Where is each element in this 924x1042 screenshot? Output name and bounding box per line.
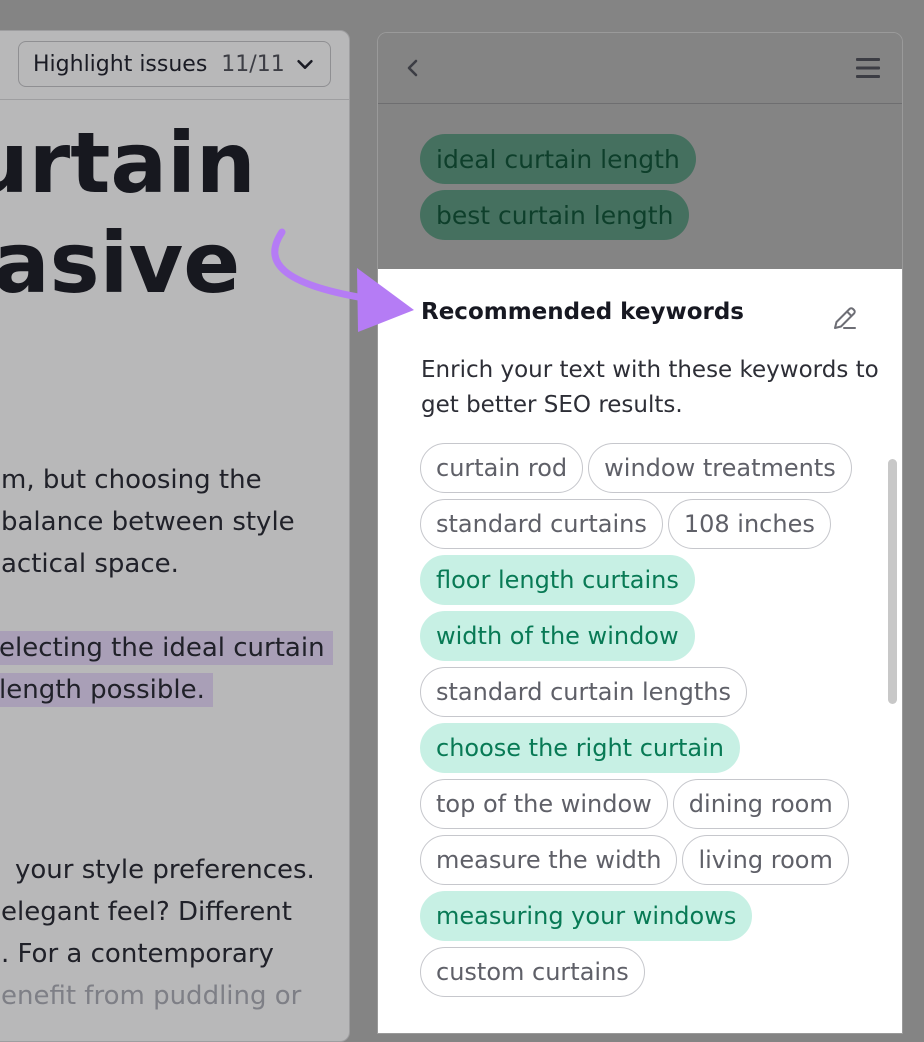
paragraph-line: actical space. <box>1 549 179 579</box>
keyword-chip[interactable]: dining room <box>672 779 849 829</box>
target-keyword-chip[interactable]: best curtain length <box>420 190 690 240</box>
keyword-chip[interactable]: top of the window <box>420 779 668 829</box>
keyword-chip-list: curtain rod window treatments standard cur… <box>420 443 860 997</box>
curved-arrow-icon <box>271 228 414 332</box>
keyword-chip-used[interactable]: width of the window <box>420 611 695 661</box>
editor-toolbar: Highlight issues 11/11 <box>0 31 349 100</box>
issue-highlight[interactable]: electing the ideal curtain <box>0 631 333 665</box>
chevron-left-icon[interactable] <box>402 57 424 79</box>
keyword-chip[interactable]: measure the width <box>420 835 678 885</box>
highlight-issues-count: 11/11 <box>221 51 285 77</box>
keyword-chip[interactable]: standard curtain lengths <box>420 667 747 717</box>
keyword-chip-used[interactable]: measuring your windows <box>420 891 753 941</box>
section-description: Enrich your text with these keywords to … <box>421 357 879 418</box>
keyword-chip-used[interactable]: choose the right curtain <box>420 723 740 773</box>
headline-line: urtain <box>0 114 256 212</box>
scrollbar-thumb[interactable] <box>888 459 897 704</box>
editor-pane: Highlight issues 11/11 urtain asive m, b… <box>0 30 350 1042</box>
highlight-issues-label: Highlight issues <box>33 51 208 77</box>
panel-header <box>378 33 902 104</box>
article-paragraph[interactable]: your style preferences. elegant feel? Di… <box>1 849 315 1017</box>
article-paragraph[interactable]: m, but choosing the balance between styl… <box>1 459 295 585</box>
keyword-chip-used[interactable]: floor length curtains <box>420 555 695 605</box>
paragraph-line: enefit from puddling or <box>1 981 302 1011</box>
paragraph-line: m, but choosing the <box>1 465 262 495</box>
keyword-chip[interactable]: 108 inches <box>667 499 831 549</box>
keyword-chip[interactable]: custom curtains <box>420 947 645 997</box>
issue-highlight[interactable]: length possible. <box>0 673 213 707</box>
seo-panel: ideal curtain length best curtain length… <box>377 32 903 1034</box>
section-title: Recommended keywords <box>421 299 744 325</box>
paragraph-line: . For a contemporary <box>1 939 274 969</box>
keyword-chip[interactable]: living room <box>682 835 849 885</box>
target-keyword-chip[interactable]: ideal curtain length <box>420 134 696 184</box>
highlight-issues-dropdown[interactable]: Highlight issues 11/11 <box>18 41 331 87</box>
hamburger-menu-icon[interactable] <box>854 55 882 81</box>
keyword-chip[interactable]: standard curtains <box>420 499 663 549</box>
recommended-keywords-card: Recommended keywords Enrich your text wi… <box>378 269 902 1033</box>
pencil-icon[interactable] <box>830 303 860 333</box>
chevron-down-icon <box>297 59 313 69</box>
paragraph-line: balance between style <box>1 507 295 537</box>
paragraph-line: your style preferences. <box>15 855 315 885</box>
highlighted-paragraph[interactable]: electing the ideal curtain length possib… <box>0 627 333 711</box>
keyword-chip[interactable]: window treatments <box>588 443 852 493</box>
keyword-chip[interactable]: curtain rod <box>420 443 584 493</box>
paragraph-line: elegant feel? Different <box>1 897 292 927</box>
